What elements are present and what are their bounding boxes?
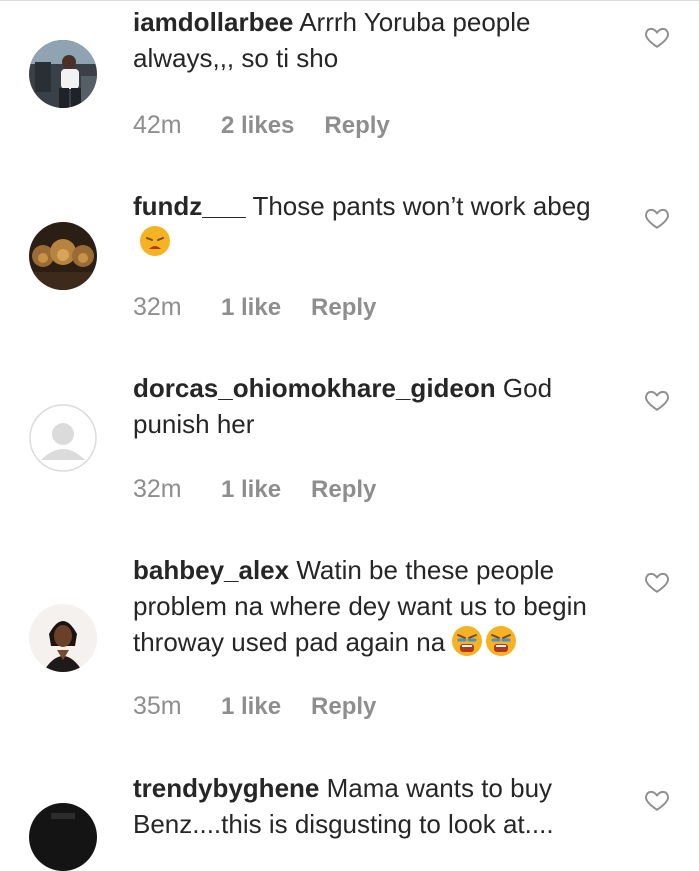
comment-text: dorcas_ohiomokhare_gideon God punish her — [133, 370, 623, 442]
comment-text: trendybyghene Mama wants to buy Benz....… — [133, 770, 623, 842]
comment-text: iamdollarbee Arrrh Yoruba people always,… — [133, 4, 623, 76]
heart-outline-icon[interactable] — [644, 387, 670, 413]
comment-time: 42m — [133, 111, 182, 139]
comment-time: 32m — [133, 475, 182, 503]
reply-button[interactable]: Reply — [311, 692, 376, 722]
heart-outline-icon[interactable] — [644, 24, 670, 50]
heart-outline-icon[interactable] — [644, 569, 670, 595]
comment-username[interactable]: trendybyghene — [133, 773, 319, 803]
comment-meta: 35m 1 like Reply — [133, 691, 376, 722]
top-divider — [0, 0, 699, 1]
comment-meta: 32m 1 like Reply — [133, 292, 376, 323]
comment-text: fundz___ Those pants won’t work abeg — [133, 188, 623, 260]
heart-outline-icon[interactable] — [644, 205, 670, 231]
heart-outline-icon[interactable] — [644, 787, 670, 813]
reply-button[interactable]: Reply — [311, 293, 376, 323]
reply-button[interactable]: Reply — [324, 111, 389, 141]
comment-username[interactable]: iamdollarbee — [133, 7, 293, 37]
loudly-angry-face-emoji — [452, 626, 483, 656]
avatar[interactable] — [29, 222, 97, 290]
avatar[interactable] — [29, 404, 97, 472]
loudly-angry-face-emoji — [486, 626, 517, 656]
avatar[interactable] — [29, 40, 97, 108]
comment-meta: 42m 2 likes Reply — [133, 110, 390, 141]
tired-face-emoji — [140, 226, 170, 256]
reply-button[interactable]: Reply — [311, 475, 376, 505]
likes-count[interactable]: 1 like — [221, 475, 281, 505]
comment-username[interactable]: bahbey_alex — [133, 555, 289, 585]
avatar[interactable] — [29, 604, 97, 672]
likes-count[interactable]: 2 likes — [221, 111, 294, 141]
comment-time: 35m — [133, 692, 182, 720]
comment-username[interactable]: dorcas_ohiomokhare_gideon — [133, 373, 496, 403]
comment-body: Those pants won’t work abeg — [252, 191, 591, 221]
comment-time: 32m — [133, 293, 182, 321]
comment-meta: 32m 1 like Reply — [133, 474, 376, 505]
avatar[interactable] — [29, 803, 97, 871]
likes-count[interactable]: 1 like — [221, 692, 281, 722]
likes-count[interactable]: 1 like — [221, 293, 281, 323]
comment-text: bahbey_alex Watin be these people proble… — [133, 552, 623, 660]
comment-username[interactable]: fundz___ — [133, 191, 246, 221]
